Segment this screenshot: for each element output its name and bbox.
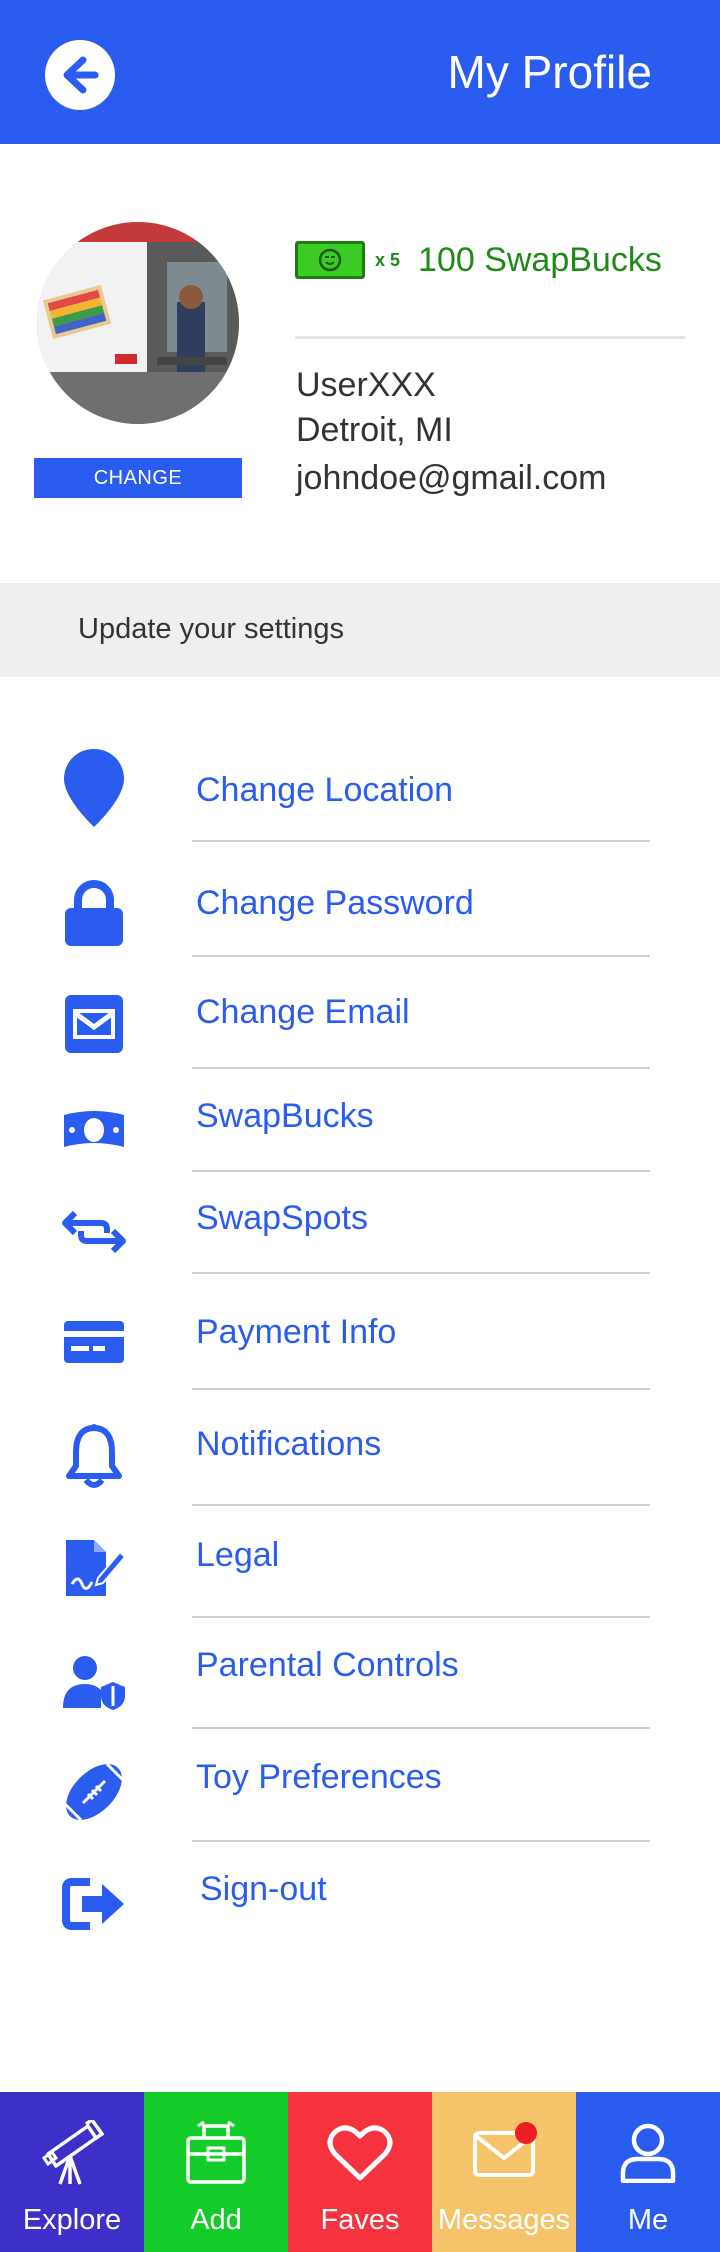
divider [192, 1170, 650, 1172]
menu-label: Notifications [196, 1425, 382, 1463]
menu-label: SwapBucks [196, 1097, 374, 1135]
menu-label: Change Email [196, 993, 410, 1031]
menu-label: Parental Controls [196, 1646, 459, 1684]
swapbucks-amount: 100 SwapBucks [418, 240, 662, 279]
notification-dot [515, 2122, 537, 2144]
bill-multiplier: x 5 [375, 249, 401, 270]
tab-add[interactable]: Add [144, 2092, 288, 2252]
user-email: johndoe@gmail.com [296, 459, 607, 497]
divider [192, 1727, 650, 1729]
user-location: Detroit, MI [296, 411, 453, 449]
menu-label: Change Password [196, 884, 474, 922]
menu-label: Toy Preferences [196, 1758, 442, 1796]
username: UserXXX [296, 366, 436, 404]
menu-item-parental-controls[interactable]: Parental Controls [0, 1640, 720, 1720]
divider [192, 1272, 650, 1274]
telescope-icon [37, 2118, 107, 2188]
menu-item-change-email[interactable]: Change Email [0, 982, 720, 1072]
divider [192, 1840, 650, 1842]
tab-label: Messages [437, 2204, 571, 2236]
menu-item-change-password[interactable]: Change Password [0, 866, 720, 956]
divider [192, 1504, 650, 1506]
tab-messages[interactable]: Messages [432, 2092, 576, 2252]
tab-label: Add [190, 2204, 242, 2236]
swap-arrows-icon [58, 1196, 130, 1268]
credit-card-icon [58, 1306, 130, 1378]
divider [192, 840, 650, 842]
menu-item-swapbucks[interactable]: SwapBucks [0, 1090, 720, 1170]
menu-item-payment-info[interactable]: Payment Info [0, 1300, 720, 1390]
dollar-bill-icon [295, 241, 365, 279]
divider [192, 955, 650, 957]
section-title: Update your settings [78, 613, 344, 645]
user-shield-icon [58, 1646, 130, 1718]
tab-label: Me [627, 2204, 669, 2236]
divider [192, 1616, 650, 1618]
change-avatar-button[interactable]: CHANGE [34, 458, 242, 498]
heart-icon [325, 2118, 395, 2188]
profile-avatar [37, 222, 239, 424]
menu-label: Change Location [196, 771, 454, 809]
person-icon [613, 2118, 683, 2188]
signed-document-icon [58, 1532, 130, 1604]
divider [192, 1388, 650, 1390]
swapbucks-balance: x 5 100 SwapBucks [295, 235, 662, 285]
tab-label: Explore [22, 2204, 122, 2236]
tab-me[interactable]: Me [576, 2092, 720, 2252]
menu-label: Legal [196, 1536, 280, 1574]
menu-item-toy-preferences[interactable]: Toy Preferences [0, 1752, 720, 1832]
lock-icon [58, 878, 130, 950]
menu-item-sign-out[interactable]: Sign-out [0, 1864, 720, 1944]
football-icon [58, 1756, 130, 1828]
money-bill-icon [58, 1094, 130, 1166]
tab-faves[interactable]: Faves [288, 2092, 432, 2252]
menu-label: Payment Info [196, 1313, 397, 1351]
profile-divider [295, 336, 685, 339]
tab-label: Faves [320, 2204, 400, 2236]
divider [192, 1067, 650, 1069]
bottom-navigation: Explore Add Faves Messages Me [0, 2092, 720, 2252]
menu-item-notifications[interactable]: Notifications [0, 1412, 720, 1502]
envelope-icon [469, 2118, 539, 2188]
bell-icon [58, 1422, 130, 1494]
back-button[interactable] [45, 40, 115, 110]
map-pin-icon [58, 749, 130, 827]
tab-explore[interactable]: Explore [0, 2092, 144, 2252]
settings-section-header: Update your settings [0, 583, 720, 677]
app-header: My Profile [0, 0, 720, 144]
envelope-icon [58, 988, 130, 1060]
menu-item-swapspots[interactable]: SwapSpots [0, 1192, 720, 1272]
sign-out-icon [58, 1868, 130, 1940]
arrow-left-icon [63, 56, 99, 94]
menu-item-change-location[interactable]: Change Location [0, 749, 720, 842]
menu-item-legal[interactable]: Legal [0, 1530, 720, 1610]
menu-label: SwapSpots [196, 1199, 368, 1237]
menu-label: Sign-out [200, 1870, 327, 1908]
toy-chest-icon [181, 2118, 251, 2188]
page-title: My Profile [447, 46, 652, 98]
